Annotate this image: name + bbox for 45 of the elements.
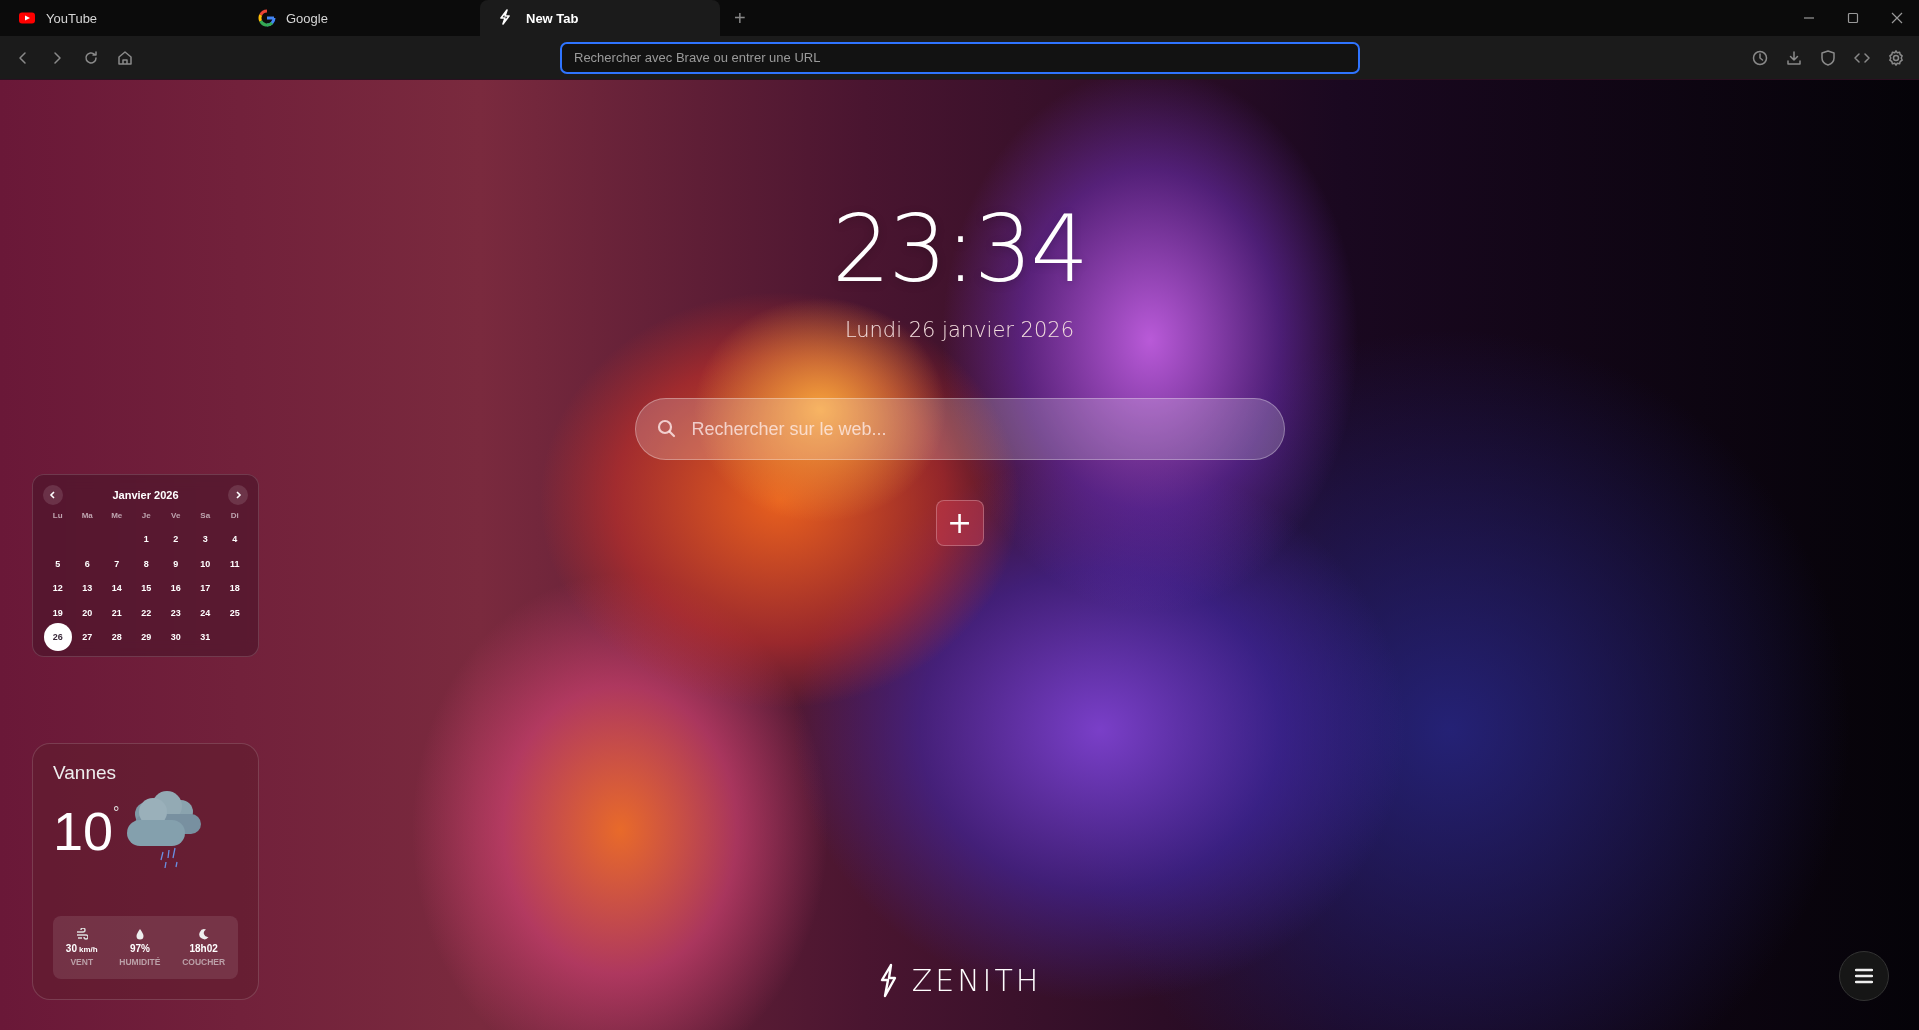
browser-tab[interactable]: Google	[240, 0, 480, 36]
previous-month-button[interactable]	[43, 485, 63, 505]
chevron-left-icon	[48, 490, 58, 500]
home-icon[interactable]	[116, 48, 134, 67]
month-title: Janvier 2026	[112, 489, 179, 501]
clock-icon[interactable]	[1751, 48, 1769, 67]
address-bar[interactable]: Rechercher avec Brave ou entrer une URL	[560, 41, 1360, 74]
weekday-label: Sa	[200, 511, 211, 522]
shield-icon[interactable]	[1819, 48, 1837, 67]
degree-sign: °	[113, 803, 120, 822]
maximize-icon[interactable]	[1847, 12, 1859, 24]
clock-time: 23:34	[831, 204, 1088, 296]
menu-icon	[1855, 968, 1873, 984]
browser-tab[interactable]: YouTube	[0, 0, 240, 36]
stat-label: VENT	[70, 956, 94, 967]
weekday-label: Me	[111, 511, 123, 522]
reload-icon[interactable]	[82, 48, 100, 67]
weekday-label: Ma	[81, 511, 93, 522]
new-tab-button[interactable]: +	[720, 0, 760, 36]
weekday-label: Lu	[52, 511, 63, 522]
menu-button[interactable]	[1839, 951, 1889, 1001]
browser-tab[interactable]: New Tab	[480, 0, 720, 36]
city-name: Vannes	[53, 761, 117, 784]
settings-icon[interactable]	[1887, 48, 1905, 67]
weekday-label: Ve	[171, 511, 181, 522]
calendar-day[interactable]: 26	[43, 623, 72, 651]
brand-name: ZENITH	[911, 963, 1042, 998]
close-icon[interactable]	[1891, 12, 1903, 24]
download-icon[interactable]	[1785, 48, 1803, 67]
stat-value: 30 km/h	[65, 942, 98, 954]
weekday-label: Je	[141, 511, 151, 522]
weekday-label: Di	[230, 511, 239, 522]
moon-icon	[197, 927, 210, 940]
g-logo-icon	[258, 9, 276, 27]
next-month-button[interactable]	[228, 485, 248, 505]
temperature: 10	[53, 803, 114, 858]
stat-value: 97%	[129, 942, 150, 954]
chevron-right-icon	[233, 490, 243, 500]
stat-label: HUMIDITÉ	[119, 956, 161, 967]
add-shortcut-button[interactable]: +	[935, 500, 984, 546]
wind-icon	[75, 927, 88, 940]
stat-value: 18h02	[189, 942, 218, 954]
search-icon	[656, 419, 676, 438]
stat-label: COUCHER	[182, 956, 226, 967]
clock-date: Lundi 26 janvier 2026	[844, 318, 1075, 342]
